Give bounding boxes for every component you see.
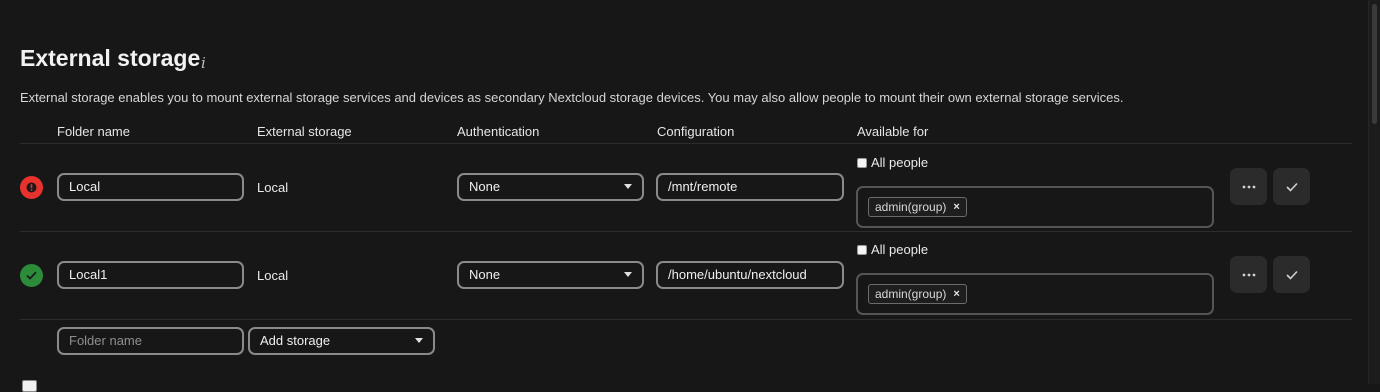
authentication-select-value: None	[469, 179, 501, 194]
bottom-checkbox[interactable]	[22, 380, 37, 392]
configuration-input[interactable]: /home/ubuntu/nextcloud	[656, 261, 844, 289]
group-tag-label: admin(group)	[875, 287, 947, 301]
section-description: External storage enables you to mount ex…	[20, 90, 1124, 105]
all-people-checkbox[interactable]	[857, 157, 867, 168]
all-people-label: All people	[871, 155, 929, 170]
remove-tag-icon[interactable]: ×	[953, 198, 959, 216]
scrollbar[interactable]	[1368, 0, 1380, 384]
all-people-label: All people	[871, 242, 929, 257]
checkmark-icon	[1285, 270, 1298, 280]
storage-type: Local	[257, 268, 289, 283]
column-header-external-storage: External storage	[257, 124, 352, 139]
folder-name-input[interactable]: Local	[57, 173, 244, 201]
section-title: External storage	[20, 45, 201, 71]
folder-name-input[interactable]: Local1	[57, 261, 244, 289]
more-icon	[1242, 185, 1255, 188]
column-header-folder-name: Folder name	[57, 124, 130, 139]
more-actions-button[interactable]	[1230, 256, 1267, 293]
all-people-toggle[interactable]: All people	[857, 155, 928, 170]
scrollbar-thumb[interactable]	[1372, 4, 1377, 124]
applicable-groups-input[interactable]: admin(group) ×	[856, 273, 1214, 315]
add-storage-label: Add storage	[260, 333, 331, 348]
checkmark-icon	[1285, 182, 1298, 192]
configuration-input[interactable]: /mnt/remote	[656, 173, 844, 201]
all-people-toggle[interactable]: All people	[857, 242, 928, 257]
authentication-select-value: None	[469, 267, 501, 282]
all-people-checkbox[interactable]	[857, 244, 867, 255]
storage-type: Local	[257, 180, 289, 195]
row-divider	[20, 231, 1352, 232]
row-divider	[20, 319, 1352, 320]
more-actions-button[interactable]	[1230, 168, 1267, 205]
external-storage-page: External storage i External storage enab…	[0, 0, 1369, 392]
add-storage-select[interactable]: Add storage	[248, 327, 435, 355]
authentication-select[interactable]: None	[457, 261, 644, 289]
group-tag-label: admin(group)	[875, 200, 947, 214]
remove-tag-icon[interactable]: ×	[953, 285, 959, 303]
more-icon	[1242, 273, 1255, 276]
column-header-available-for: Available for	[857, 124, 929, 139]
save-button[interactable]	[1273, 168, 1310, 205]
column-header-authentication: Authentication	[457, 124, 540, 139]
group-tag: admin(group) ×	[868, 284, 967, 304]
authentication-select[interactable]: None	[457, 173, 644, 201]
status-error-icon[interactable]	[20, 176, 43, 199]
status-ok-icon[interactable]	[20, 264, 43, 287]
save-button[interactable]	[1273, 256, 1310, 293]
column-header-configuration: Configuration	[657, 124, 735, 139]
group-tag: admin(group) ×	[868, 197, 967, 217]
new-folder-name-input[interactable]: Folder name	[57, 327, 244, 355]
chevron-down-icon	[415, 338, 423, 343]
header-divider	[20, 143, 1352, 144]
applicable-groups-input[interactable]: admin(group) ×	[856, 186, 1214, 228]
chevron-down-icon	[624, 184, 632, 189]
info-icon[interactable]: i	[201, 54, 206, 72]
chevron-down-icon	[624, 272, 632, 277]
